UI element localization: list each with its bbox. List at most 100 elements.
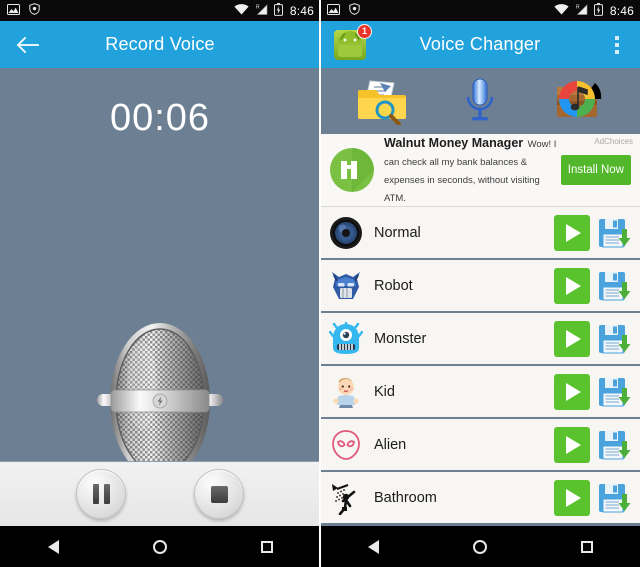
play-icon [566, 276, 581, 295]
app-icon-button[interactable]: 1 [332, 23, 372, 63]
effect-label: Bathroom [374, 489, 437, 506]
play-icon [566, 223, 581, 242]
voice-effect-list: Normal Robot Monster Kid Alien Bathroom [320, 207, 640, 525]
list-item[interactable]: Robot [320, 260, 640, 313]
shield-icon [29, 3, 40, 18]
play-icon [566, 435, 581, 454]
battery-charging-icon [593, 2, 603, 19]
app-bar-left: Record Voice [0, 21, 320, 68]
ad-title: Walnut Money Manager [384, 136, 524, 150]
overflow-menu-button[interactable] [604, 26, 630, 64]
adchoices-label[interactable]: AdChoices [594, 137, 633, 146]
play-button[interactable] [554, 426, 590, 463]
recorder-controls [0, 461, 320, 526]
shower-icon [328, 480, 364, 516]
voice-changer-screen: R 8:46 1 Voice Changer AdChoices Walnut … [320, 0, 640, 567]
save-icon [599, 483, 631, 512]
save-button[interactable] [596, 374, 632, 410]
music-toolbox-icon [557, 81, 602, 117]
speaker-icon [328, 215, 364, 251]
status-bar-left: R 8:46 [0, 0, 320, 21]
save-button[interactable] [596, 268, 632, 304]
back-triangle-icon [367, 539, 379, 554]
recents-square-icon [580, 540, 593, 553]
pause-button[interactable] [76, 469, 126, 519]
back-button[interactable] [10, 28, 44, 62]
list-item[interactable]: Monster [320, 313, 640, 366]
overflow-dot [615, 35, 619, 40]
effect-label: Monster [374, 330, 427, 347]
shield-icon [349, 3, 360, 18]
play-button[interactable] [554, 479, 590, 516]
nav-home-button[interactable] [457, 526, 503, 567]
ad-text-block: Walnut Money Manager Wow! I can check al… [375, 134, 561, 206]
list-item[interactable]: Alien [320, 419, 640, 472]
nav-back-button[interactable] [350, 526, 396, 567]
dual-screenshot: R 8:46 Record Voice 00:06 R 8:46 1 Voice… [0, 0, 640, 567]
back-triangle-icon [47, 539, 59, 554]
play-button[interactable] [554, 214, 590, 251]
status-bar-right: R 8:46 [320, 0, 640, 21]
nav-back-button[interactable] [30, 526, 76, 567]
list-item[interactable]: Kid [320, 366, 640, 419]
play-button[interactable] [554, 320, 590, 357]
nav-bar-left [0, 526, 320, 567]
row-actions [554, 479, 634, 516]
play-button[interactable] [554, 267, 590, 304]
install-now-button[interactable]: Install Now [560, 155, 631, 185]
play-button[interactable] [554, 373, 590, 410]
robot-icon [328, 268, 364, 304]
browse-files-button[interactable] [355, 75, 411, 127]
save-button[interactable] [596, 480, 632, 516]
nav-recents-button[interactable] [244, 526, 290, 567]
save-button[interactable] [596, 215, 632, 251]
signal-roaming-icon: R [574, 3, 589, 18]
status-time-left: 8:46 [289, 3, 314, 18]
play-icon [566, 488, 581, 507]
effect-label: Alien [374, 436, 407, 453]
play-icon [566, 329, 581, 348]
record-voice-screen: R 8:46 Record Voice 00:06 [0, 0, 320, 567]
notification-badge: 1 [357, 23, 372, 39]
list-item[interactable]: Bathroom [320, 472, 640, 525]
overflow-dot [615, 42, 619, 47]
save-icon [599, 271, 631, 300]
overflow-dot [615, 49, 619, 54]
recording-timer: 00:06 [109, 97, 211, 139]
microphone-icon [466, 78, 494, 121]
home-circle-icon [472, 539, 487, 554]
nav-home-button[interactable] [137, 526, 183, 567]
save-icon [599, 430, 631, 459]
folder-search-icon [357, 80, 406, 125]
monster-icon [328, 321, 364, 357]
row-actions [554, 426, 634, 463]
row-actions [554, 267, 634, 304]
row-actions [554, 214, 634, 251]
save-button[interactable] [596, 321, 632, 357]
recorder-body: 00:06 [0, 68, 320, 526]
stop-button[interactable] [194, 469, 244, 519]
recents-square-icon [260, 540, 273, 553]
wifi-icon [554, 3, 569, 18]
effect-label: Kid [374, 383, 395, 400]
save-icon [599, 218, 631, 247]
page-title-left: Record Voice [105, 34, 215, 54]
save-icon [599, 377, 631, 406]
music-box-button[interactable] [549, 75, 605, 127]
battery-charging-icon [273, 2, 283, 19]
save-button[interactable] [596, 427, 632, 463]
signal-roaming-icon: R [254, 3, 269, 18]
effect-label: Normal [374, 224, 421, 241]
walnut-logo-icon [329, 147, 375, 193]
pause-icon [92, 484, 110, 504]
screenshot-icon [7, 3, 20, 18]
svg-text:R: R [576, 4, 580, 10]
svg-text:R: R [256, 4, 260, 10]
ad-banner[interactable]: AdChoices Walnut Money Manager Wow! I ca… [320, 134, 640, 207]
list-item[interactable]: Normal [320, 207, 640, 260]
effect-label: Robot [374, 277, 413, 294]
save-icon [599, 324, 631, 353]
status-time-right: 8:46 [609, 3, 634, 18]
nav-recents-button[interactable] [564, 526, 610, 567]
record-button[interactable] [452, 75, 508, 127]
